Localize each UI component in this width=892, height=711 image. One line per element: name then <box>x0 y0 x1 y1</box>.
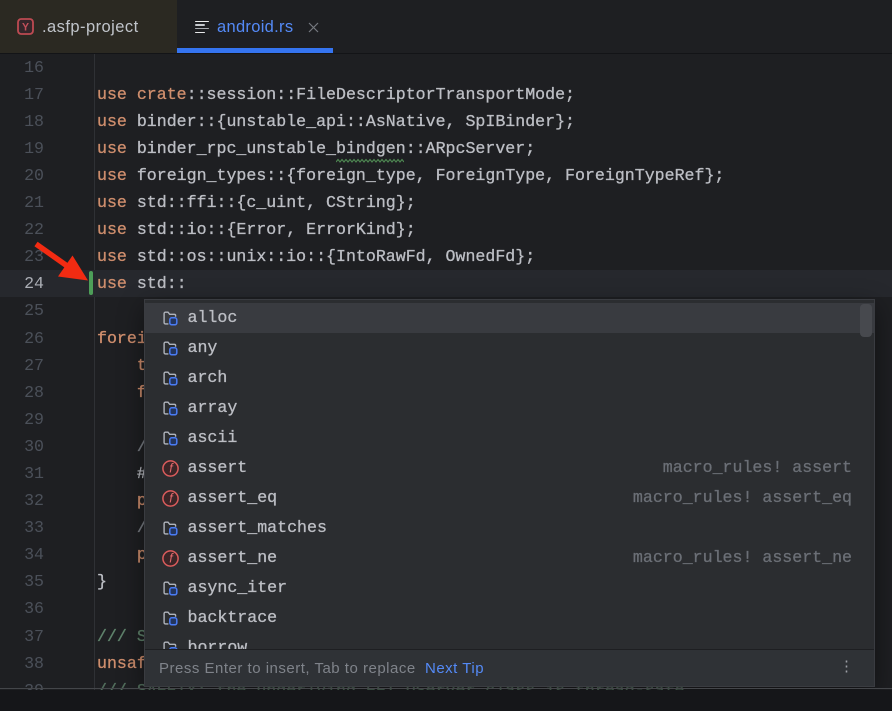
svg-text:Y: Y <box>22 22 29 34</box>
